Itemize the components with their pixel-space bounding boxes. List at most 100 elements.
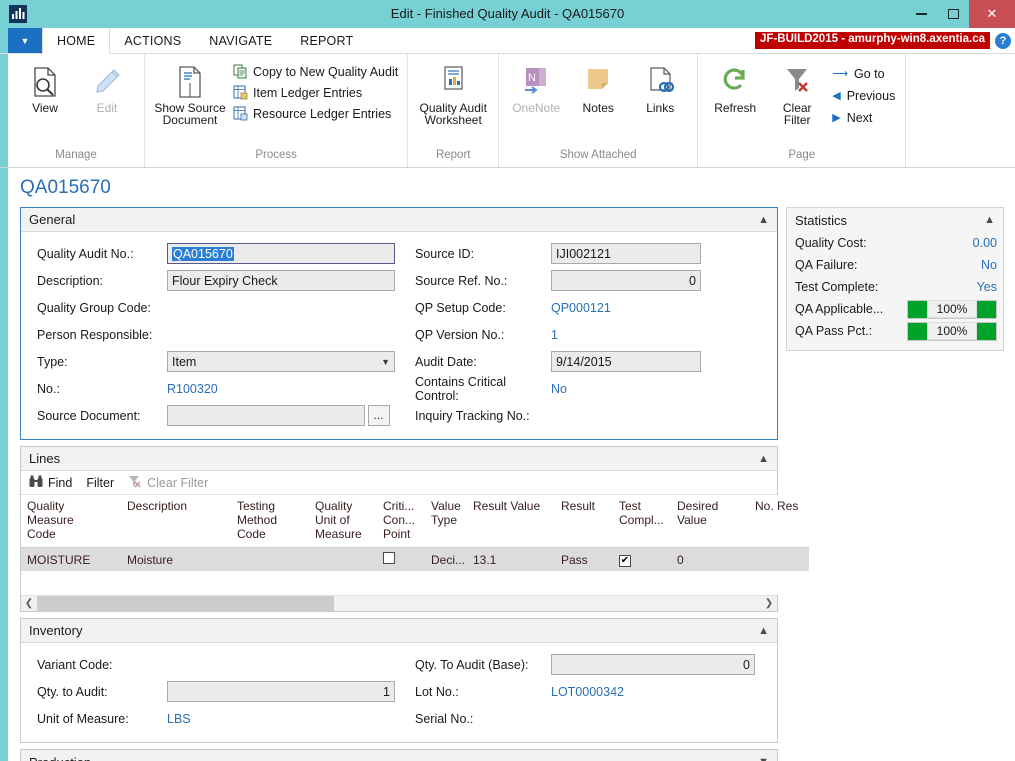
chevron-right-icon[interactable]: ❯ xyxy=(761,598,777,609)
copy-to-new-quality-audit-label: Copy to New Quality Audit xyxy=(253,64,399,79)
source-document-input[interactable] xyxy=(167,405,365,426)
resource-ledger-entries-button[interactable]: Resource Ledger Entries xyxy=(229,103,401,124)
test-complete-checkbox[interactable]: ✔ xyxy=(619,555,631,567)
stat-value: 100% xyxy=(926,300,978,318)
view-button[interactable]: View xyxy=(14,59,76,117)
page-nav-buttons: ⟶ Go to ◀ Previous ▶ Next xyxy=(828,59,899,129)
quality-audit-worksheet-button[interactable]: Quality Audit Worksheet xyxy=(414,59,492,129)
field-lot-no: Lot No.: LOT0000342 xyxy=(415,678,777,705)
chevron-up-icon[interactable]: ▲ xyxy=(758,214,769,226)
chevron-down-icon[interactable]: ▼ xyxy=(8,28,42,53)
col-critical-control-point[interactable]: Criti... Con... Point xyxy=(377,495,425,548)
field-value: Flour Expiry Check xyxy=(172,273,278,288)
refresh-button[interactable]: Refresh xyxy=(704,59,766,117)
edit-button[interactable]: Edit xyxy=(76,59,138,117)
stat-value[interactable]: No xyxy=(981,258,997,272)
statistics-header[interactable]: Statistics ▲ xyxy=(787,208,1003,232)
col-result-value[interactable]: Result Value xyxy=(467,495,555,548)
lot-no-link[interactable]: LOT0000342 xyxy=(551,685,624,699)
next-label: Next xyxy=(846,111,873,125)
table-empty-row xyxy=(21,571,809,595)
fasttab-general: General ▲ Quality Audit No.: QA015670 De… xyxy=(20,207,778,440)
help-icon[interactable]: ? xyxy=(995,32,1011,49)
chevron-up-icon[interactable]: ▲ xyxy=(984,214,995,226)
document-icon xyxy=(175,62,205,102)
chevron-left-icon[interactable]: ❮ xyxy=(21,598,37,609)
table-row[interactable]: MOISTURE Moisture Deci... 13.1 Pass ✔ 0 xyxy=(21,547,809,571)
close-icon[interactable]: ✕ xyxy=(969,0,1015,28)
lines-table: Quality Measure Code Description Testing… xyxy=(21,495,809,595)
ribbon: View Edit Manage Show Source Document Co… xyxy=(0,54,1015,168)
col-test-complete[interactable]: Test Compl... xyxy=(613,495,671,548)
notes-button[interactable]: Notes xyxy=(567,59,629,117)
field-source-ref-no: Source Ref. No.: 0 xyxy=(415,267,777,294)
fasttab-general-header[interactable]: General ▲ xyxy=(21,208,777,232)
scrollbar-track[interactable] xyxy=(37,595,761,612)
tab-navigate[interactable]: NAVIGATE xyxy=(195,28,286,53)
col-quality-unit-of-measure[interactable]: Quality Unit of Measure xyxy=(309,495,377,548)
chevron-down-icon[interactable]: ▼ xyxy=(758,756,769,761)
clear-filter-button-lines[interactable]: Clear Filter xyxy=(128,475,208,491)
onenote-button[interactable]: N OneNote xyxy=(505,59,567,117)
col-desired-value[interactable]: Desired Value xyxy=(671,495,749,548)
qty-to-audit-base-input[interactable]: 0 xyxy=(551,654,755,675)
stat-label: Quality Cost: xyxy=(795,236,867,250)
stat-label: Test Complete: xyxy=(795,280,879,294)
col-value-type[interactable]: Value Type xyxy=(425,495,467,548)
col-description[interactable]: Description xyxy=(121,495,231,548)
qp-setup-code-link[interactable]: QP000121 xyxy=(551,301,611,315)
description-input[interactable]: Flour Expiry Check xyxy=(167,270,395,291)
lines-horizontal-scrollbar[interactable]: ❮ ❯ xyxy=(21,595,777,612)
tab-actions[interactable]: ACTIONS xyxy=(110,28,195,53)
type-select[interactable]: Item ▼ xyxy=(167,351,395,372)
next-button[interactable]: ▶ Next xyxy=(828,107,899,129)
qp-version-no-link[interactable]: 1 xyxy=(551,328,558,342)
statistics-body: Quality Cost: 0.00 QA Failure: No Test C… xyxy=(787,232,1003,350)
table-header-row: Quality Measure Code Description Testing… xyxy=(21,495,809,548)
refresh-label: Refresh xyxy=(714,101,757,115)
find-button[interactable]: Find xyxy=(29,475,72,491)
qty-to-audit-input[interactable]: 1 xyxy=(167,681,395,702)
critical-control-point-checkbox[interactable] xyxy=(383,552,395,564)
tab-report[interactable]: REPORT xyxy=(286,28,367,53)
source-id-input[interactable]: IJI002121 xyxy=(551,243,701,264)
onenote-label: OneNote xyxy=(512,101,561,115)
col-quality-measure-code[interactable]: Quality Measure Code xyxy=(21,495,121,548)
field-label: Qty. to Audit: xyxy=(37,684,108,699)
copy-to-new-quality-audit-button[interactable]: Copy to New Quality Audit xyxy=(229,61,401,82)
col-result[interactable]: Result xyxy=(555,495,613,548)
scrollbar-thumb[interactable] xyxy=(37,595,334,612)
source-ref-no-input[interactable]: 0 xyxy=(551,270,701,291)
source-document-lookup-button[interactable]: … xyxy=(368,405,390,426)
go-to-button[interactable]: ⟶ Go to xyxy=(828,63,899,85)
field-label: No.: xyxy=(37,381,60,396)
app-chart-icon xyxy=(4,0,32,28)
environment-badge: JF-BUILD2015 - amurphy-win8.axentia.ca xyxy=(755,32,990,49)
fasttab-lines-header[interactable]: Lines ▲ xyxy=(21,447,777,471)
maximize-icon[interactable] xyxy=(937,0,969,28)
chevron-up-icon[interactable]: ▲ xyxy=(758,625,769,637)
stat-value[interactable]: 0.00 xyxy=(973,236,997,250)
minimize-icon[interactable] xyxy=(905,0,937,28)
show-source-document-button[interactable]: Show Source Document xyxy=(151,59,229,129)
fasttab-inventory: Inventory ▲ Variant Code: Qty. to Audit: xyxy=(20,618,778,743)
chevron-up-icon[interactable]: ▲ xyxy=(758,453,769,465)
links-button[interactable]: Links xyxy=(629,59,691,117)
col-testing-method-code[interactable]: Testing Method Code xyxy=(231,495,309,548)
main-column: General ▲ Quality Audit No.: QA015670 De… xyxy=(20,207,809,761)
previous-button[interactable]: ◀ Previous xyxy=(828,85,899,107)
fasttab-production-header[interactable]: Production ▼ xyxy=(20,749,778,761)
filter-button[interactable]: Filter xyxy=(86,476,114,490)
tab-home[interactable]: HOME xyxy=(42,28,111,54)
fasttab-inventory-header[interactable]: Inventory ▲ xyxy=(21,619,777,643)
stat-value[interactable]: Yes xyxy=(977,280,997,294)
contains-critical-control-value[interactable]: No xyxy=(551,382,567,396)
audit-date-input[interactable]: 9/14/2015 xyxy=(551,351,701,372)
no-value-link[interactable]: R100320 xyxy=(167,382,218,396)
quality-audit-no-input[interactable]: QA015670 xyxy=(167,243,395,264)
field-qty-to-audit: Qty. to Audit: 1 xyxy=(37,678,399,705)
clear-filter-button[interactable]: Clear Filter xyxy=(766,59,828,129)
refresh-icon xyxy=(720,62,750,102)
unit-of-measure-link[interactable]: LBS xyxy=(167,712,191,726)
item-ledger-entries-button[interactable]: Item Ledger Entries xyxy=(229,82,401,103)
